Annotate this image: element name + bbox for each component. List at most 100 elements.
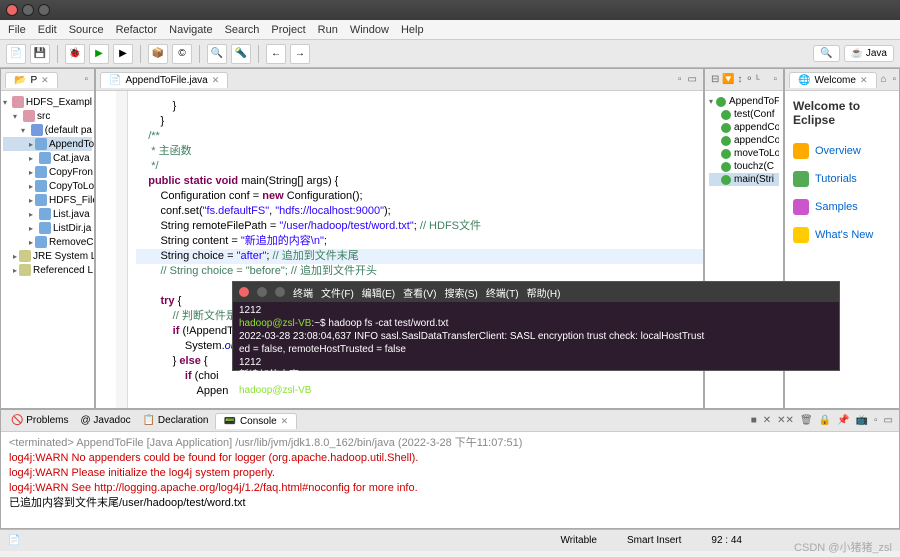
package-explorer: 📂P✕ ▫ ▾HDFS_Exampl ▾src ▾(default pa ▸Ap… bbox=[0, 68, 95, 409]
close-icon[interactable] bbox=[6, 4, 18, 16]
class-icon bbox=[716, 97, 726, 107]
main-toolbar: 📄 💾 🐞 ▶ ▶ 📦 © 🔍 🔦 ← → 🔍 ☕ Java bbox=[0, 40, 900, 68]
tab-problems[interactable]: 🚫 Problems bbox=[5, 413, 74, 428]
minimize-icon[interactable]: ▫ bbox=[891, 74, 899, 85]
method-icon bbox=[721, 149, 731, 159]
welcome-overview[interactable]: Overview bbox=[793, 137, 891, 165]
terminal-titlebar: 终端 文件(F) 编辑(E) 查看(V) 搜索(S) 终端(T) 帮助(H) bbox=[233, 282, 839, 302]
src-folder-icon bbox=[23, 110, 35, 122]
welcome-samples[interactable]: Samples bbox=[793, 193, 891, 221]
editor-tab[interactable]: 📄AppendToFile.java✕ bbox=[100, 72, 228, 88]
terminal-output[interactable]: 1212 hadoop@zsl-VB:~$ hadoop fs -cat tes… bbox=[233, 302, 839, 399]
menu-file[interactable]: File bbox=[8, 24, 26, 36]
outline-tree[interactable]: ▾AppendToF test(Conf appendCo appendCo m… bbox=[705, 91, 783, 190]
menu-source[interactable]: Source bbox=[69, 24, 104, 36]
menu-search[interactable]: Search bbox=[225, 24, 260, 36]
menu-window[interactable]: Window bbox=[350, 24, 389, 36]
minimize-icon[interactable]: ▫ bbox=[676, 74, 684, 85]
status-bar: 📄 Writable Smart Insert 92 : 44 bbox=[0, 529, 900, 551]
minimize-icon[interactable]: ▫ bbox=[771, 74, 779, 85]
open-type-icon[interactable]: 🔍 bbox=[207, 44, 227, 64]
java-file-icon bbox=[39, 222, 51, 234]
library-icon bbox=[19, 250, 31, 262]
menu-edit[interactable]: Edit bbox=[38, 24, 57, 36]
tab-console[interactable]: 📟Console✕ bbox=[215, 413, 298, 429]
perspective-java[interactable]: ☕ Java bbox=[844, 45, 894, 62]
minimize-icon[interactable]: ▫ bbox=[872, 415, 880, 426]
maximize-icon[interactable] bbox=[38, 4, 50, 16]
package-explorer-tab[interactable]: 📂P✕ bbox=[5, 72, 58, 88]
menu-project[interactable]: Project bbox=[271, 24, 305, 36]
menu-bar: File Edit Source Refactor Navigate Searc… bbox=[0, 20, 900, 40]
remove-icon[interactable]: ✕ bbox=[761, 415, 773, 426]
java-file-icon bbox=[35, 180, 47, 192]
clear-icon[interactable]: 🗑 bbox=[798, 415, 815, 426]
method-icon bbox=[721, 136, 731, 146]
status-cursor: 92 : 44 bbox=[711, 535, 742, 546]
samples-icon bbox=[793, 199, 809, 215]
menu-help[interactable]: Help bbox=[401, 24, 424, 36]
quick-access[interactable]: 🔍 bbox=[813, 45, 839, 62]
tutorials-icon bbox=[793, 171, 809, 187]
gutter bbox=[116, 91, 128, 408]
star-icon bbox=[793, 227, 809, 243]
close-icon[interactable] bbox=[239, 287, 249, 297]
minimize-icon[interactable] bbox=[22, 4, 34, 16]
terminate-icon[interactable]: ■ bbox=[749, 415, 759, 426]
java-file-icon bbox=[35, 194, 47, 206]
forward-icon[interactable]: → bbox=[290, 44, 310, 64]
search-icon[interactable]: 🔦 bbox=[231, 44, 251, 64]
library-icon bbox=[19, 264, 31, 276]
welcome-tutorials[interactable]: Tutorials bbox=[793, 165, 891, 193]
scroll-lock-icon[interactable]: 🔒 bbox=[817, 415, 833, 426]
status-insert: Smart Insert bbox=[627, 535, 681, 546]
minimize-icon[interactable] bbox=[257, 287, 267, 297]
new-class-icon[interactable]: © bbox=[172, 44, 192, 64]
home-icon[interactable]: ⌂ bbox=[879, 74, 889, 85]
tab-javadoc[interactable]: @ Javadoc bbox=[74, 413, 136, 428]
external-terminal[interactable]: 终端 文件(F) 编辑(E) 查看(V) 搜索(S) 终端(T) 帮助(H) 1… bbox=[232, 281, 840, 371]
tab-declaration[interactable]: 📋 Declaration bbox=[137, 413, 215, 428]
pin-icon[interactable]: 📌 bbox=[835, 415, 851, 426]
java-file-icon bbox=[39, 152, 51, 164]
java-file-icon bbox=[35, 236, 47, 248]
menu-navigate[interactable]: Navigate bbox=[169, 24, 212, 36]
maximize-icon[interactable]: ▭ bbox=[686, 74, 699, 85]
welcome-tab[interactable]: 🌐Welcome✕ bbox=[789, 72, 877, 88]
coverage-icon[interactable]: ▶ bbox=[113, 44, 133, 64]
new-package-icon[interactable]: 📦 bbox=[148, 44, 168, 64]
remove-all-icon[interactable]: ✕✕ bbox=[775, 415, 796, 426]
method-icon bbox=[721, 123, 731, 133]
method-icon bbox=[721, 175, 731, 185]
console-panel: 🚫 Problems @ Javadoc 📋 Declaration 📟Cons… bbox=[0, 409, 900, 529]
close-icon[interactable]: ✕ bbox=[860, 75, 868, 86]
java-file-icon bbox=[39, 208, 51, 220]
java-file-icon bbox=[35, 138, 47, 150]
console-output[interactable]: <terminated> AppendToFile [Java Applicat… bbox=[1, 432, 899, 515]
display-icon[interactable]: 📺 bbox=[854, 415, 870, 426]
welcome-whatsnew[interactable]: What's New bbox=[793, 221, 891, 249]
new-icon[interactable]: 📄 bbox=[6, 44, 26, 64]
overview-icon bbox=[793, 143, 809, 159]
menu-run[interactable]: Run bbox=[318, 24, 338, 36]
package-icon bbox=[31, 124, 43, 136]
java-file-icon bbox=[35, 166, 47, 178]
project-tree[interactable]: ▾HDFS_Exampl ▾src ▾(default pa ▸AppendTo… bbox=[1, 91, 94, 408]
debug-icon[interactable]: 🐞 bbox=[65, 44, 85, 64]
status-writable: Writable bbox=[560, 535, 597, 546]
watermark: CSDN @小猪猪_zsl bbox=[794, 539, 892, 555]
close-icon[interactable]: ✕ bbox=[281, 416, 289, 427]
close-icon[interactable]: ✕ bbox=[41, 75, 49, 86]
back-icon[interactable]: ← bbox=[266, 44, 286, 64]
cursor bbox=[328, 382, 334, 393]
method-icon bbox=[721, 162, 731, 172]
maximize-icon[interactable] bbox=[275, 287, 285, 297]
menu-refactor[interactable]: Refactor bbox=[116, 24, 158, 36]
maximize-icon[interactable]: ▭ bbox=[882, 415, 895, 426]
minimize-icon[interactable]: ▫ bbox=[82, 74, 90, 85]
run-icon[interactable]: ▶ bbox=[89, 44, 109, 64]
close-icon[interactable]: ✕ bbox=[212, 75, 220, 86]
project-icon bbox=[12, 96, 24, 108]
method-icon bbox=[721, 110, 731, 120]
save-icon[interactable]: 💾 bbox=[30, 44, 50, 64]
